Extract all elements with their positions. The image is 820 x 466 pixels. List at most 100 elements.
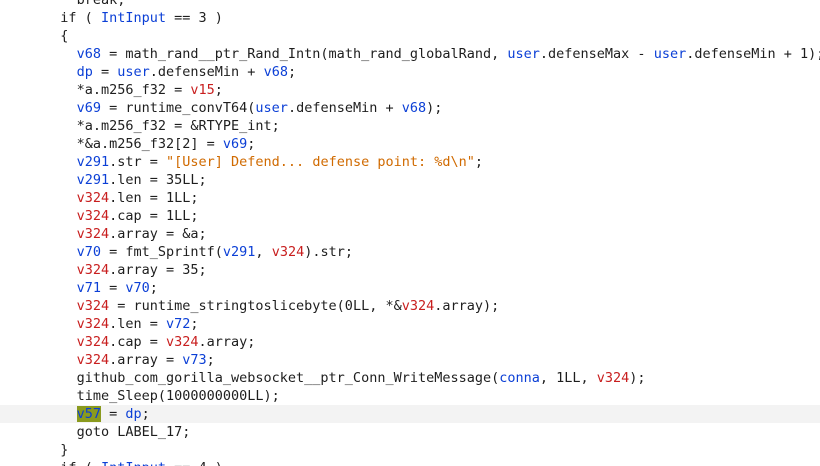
code-line[interactable]: goto LABEL_17; — [0, 423, 820, 441]
code-token: = — [100, 406, 126, 422]
code-line[interactable]: v324.cap = v324.array; — [0, 333, 820, 351]
code-line[interactable]: } — [0, 441, 820, 459]
code-token: v324 — [76, 262, 110, 278]
code-token: v72 — [166, 316, 191, 332]
code-token: ; — [141, 406, 150, 422]
code-line[interactable]: break; — [0, 0, 820, 9]
code-line[interactable]: v324.len = 1LL; — [0, 189, 820, 207]
code-token: if ( — [60, 10, 101, 26]
code-line[interactable]: v324 = runtime_stringtoslicebyte(0LL, *&… — [0, 297, 820, 315]
code-line[interactable]: github_com_gorilla_websocket__ptr_Conn_W… — [0, 369, 820, 387]
code-token: .array); — [434, 298, 500, 314]
code-token: if ( — [60, 460, 101, 466]
code-token: v291 — [76, 154, 110, 170]
code-token: user — [117, 64, 150, 80]
code-line[interactable]: v324.array = 35; — [0, 261, 820, 279]
code-line[interactable]: *a.m256_f32 = &RTYPE_int; — [0, 117, 820, 135]
code-token: , 1LL, — [539, 370, 597, 386]
code-line[interactable]: v71 = v70; — [0, 279, 820, 297]
code-token: = fmt_Sprintf( — [100, 244, 223, 260]
code-token: , — [255, 244, 272, 260]
code-token: v324 — [76, 316, 110, 332]
code-token: time_Sleep(1000000000LL); — [76, 388, 280, 404]
code-token: = — [92, 64, 118, 80]
code-token: v324 — [76, 298, 110, 314]
code-token: v70 — [125, 280, 150, 296]
code-lines: break; if ( IntInput == 3 ){v68 = math_ra… — [0, 0, 820, 466]
code-line[interactable]: v57 = dp; — [0, 405, 820, 423]
code-line[interactable]: v70 = fmt_Sprintf(v291, v324).str; — [0, 243, 820, 261]
code-token: github_com_gorilla_websocket__ptr_Conn_W… — [76, 370, 500, 386]
code-token: ); — [629, 370, 646, 386]
code-line[interactable]: dp = user.defenseMin + v68; — [0, 63, 820, 81]
code-token: v71 — [76, 280, 101, 296]
code-line[interactable]: v324.cap = 1LL; — [0, 207, 820, 225]
code-token: v69 — [76, 100, 101, 116]
code-token: user — [507, 46, 540, 62]
code-token: v324 — [76, 226, 110, 242]
code-token: ; — [190, 316, 199, 332]
code-line[interactable]: *&a.m256_f32[2] = v69; — [0, 135, 820, 153]
code-token: ; — [214, 82, 223, 98]
code-line[interactable]: if ( IntInput == 3 ) — [0, 9, 820, 27]
code-token: = — [100, 280, 126, 296]
code-token: .defenseMin + — [287, 100, 402, 116]
code-token: conna — [499, 370, 540, 386]
code-token: IntInput — [101, 460, 166, 466]
code-line[interactable]: v324.array = v73; — [0, 351, 820, 369]
code-token: *a.m256_f32 = &RTYPE_int; — [76, 118, 280, 134]
pseudocode-editor[interactable]: break; if ( IntInput == 3 ){v68 = math_ra… — [0, 0, 820, 466]
code-token: ); — [426, 100, 443, 116]
code-token: break; — [76, 0, 126, 8]
code-token: user — [255, 100, 288, 116]
code-token: v57 — [76, 406, 101, 422]
code-line[interactable]: v324.len = v72; — [0, 315, 820, 333]
code-token: .cap = — [109, 334, 167, 350]
code-token: v324 — [76, 334, 110, 350]
code-token: v15 — [190, 82, 215, 98]
code-token: } — [60, 442, 69, 458]
code-line[interactable]: { — [0, 27, 820, 45]
code-token: ; — [149, 280, 158, 296]
code-line[interactable]: v69 = runtime_convT64(user.defenseMin + … — [0, 99, 820, 117]
code-token: .defenseMin + — [149, 64, 264, 80]
code-token: IntInput — [100, 10, 166, 26]
code-token: .defenseMin + 1); — [686, 46, 820, 62]
code-token: .array = &a; — [109, 226, 207, 242]
code-token: dp — [125, 406, 142, 422]
code-token: .cap = 1LL; — [109, 208, 199, 224]
code-token: v291 — [222, 244, 256, 260]
code-token: { — [60, 28, 69, 44]
code-token: v69 — [222, 136, 248, 152]
code-token: v324 — [596, 370, 630, 386]
code-token: .array = 35; — [109, 262, 207, 278]
code-token: .array; — [198, 334, 256, 350]
code-token: goto LABEL_17; — [76, 424, 191, 440]
code-line[interactable]: v291.str = "[User] Defend... defense poi… — [0, 153, 820, 171]
code-token: user — [653, 46, 687, 62]
code-token: v70 — [76, 244, 101, 260]
code-token: v324 — [76, 352, 110, 368]
code-line[interactable]: *a.m256_f32 = v15; — [0, 81, 820, 99]
code-token: v73 — [182, 352, 207, 368]
code-token: == 3 ) — [165, 10, 223, 26]
code-token: == 4 ) — [166, 460, 223, 466]
code-token: v324 — [76, 190, 110, 206]
code-token: v68 — [401, 100, 427, 116]
code-line[interactable]: v291.len = 35LL; — [0, 171, 820, 189]
code-token: v324 — [76, 208, 110, 224]
code-token: "[User] Defend... defense point: %d\n" — [166, 154, 475, 170]
code-token: v291 — [76, 172, 110, 188]
code-token: ; — [206, 352, 215, 368]
code-token: v324 — [166, 334, 199, 350]
code-line[interactable]: time_Sleep(1000000000LL); — [0, 387, 820, 405]
code-token: v324 — [271, 244, 305, 260]
code-line[interactable]: v324.array = &a; — [0, 225, 820, 243]
code-token: .len = 1LL; — [109, 190, 199, 206]
code-line[interactable]: v68 = math_rand__ptr_Rand_Intn(math_rand… — [0, 45, 820, 63]
code-token: .array = — [109, 352, 183, 368]
code-token: dp — [76, 64, 93, 80]
code-line[interactable]: if ( IntInput == 4 ) — [0, 459, 820, 466]
code-token: v68 — [76, 46, 101, 62]
code-token: .len = 35LL; — [109, 172, 207, 188]
